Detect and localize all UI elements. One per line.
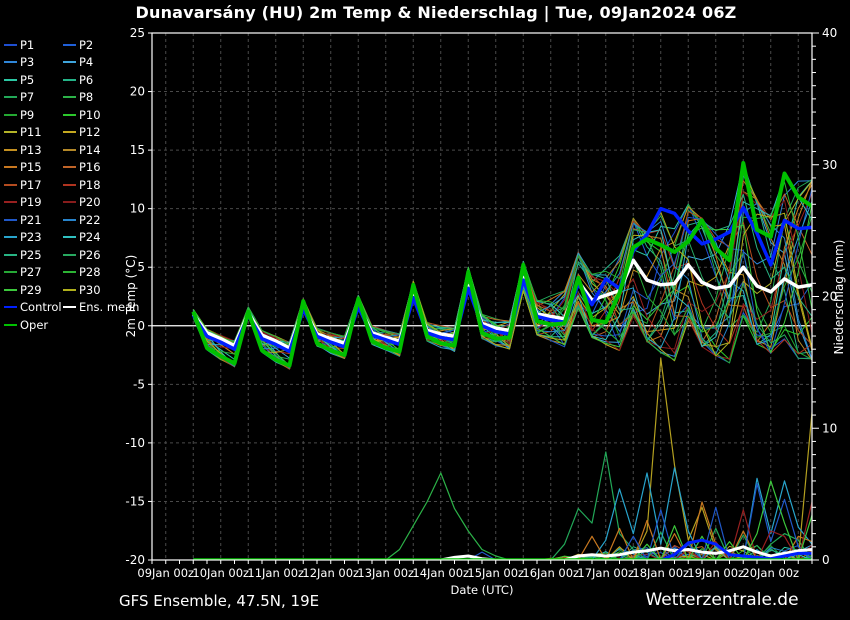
svg-text:10: 10 [130,202,145,216]
svg-text:20Jan 00z: 20Jan 00z [742,566,799,580]
meteogram-page: Dunavarsány (HU) 2m Temp & Niederschlag … [0,0,850,620]
svg-text:0: 0 [822,553,830,567]
svg-text:13Jan 00z: 13Jan 00z [357,566,414,580]
svg-text:15Jan 00z: 15Jan 00z [467,566,524,580]
svg-text:-10: -10 [125,436,145,450]
model-info-text: GFS Ensemble, 47.5N, 19E [119,592,319,610]
plot-area: 2520151050-5-10-15-2040302010009Jan 00z1… [0,0,850,620]
svg-text:09Jan 00z: 09Jan 00z [137,566,194,580]
svg-text:25: 25 [130,26,145,40]
svg-text:10Jan 00z: 10Jan 00z [192,566,249,580]
svg-text:12Jan 00z: 12Jan 00z [302,566,359,580]
svg-text:17Jan 00z: 17Jan 00z [577,566,634,580]
svg-text:20: 20 [822,290,837,304]
series-lines [193,163,812,560]
precip-spike-lines [193,358,812,560]
svg-text:18Jan 00z: 18Jan 00z [632,566,689,580]
svg-text:-15: -15 [125,494,145,508]
axis-ticks-and-labels: 2520151050-5-10-15-2040302010009Jan 00z1… [125,26,837,580]
gridlines [152,33,812,560]
watermark-text: Wetterzentrale.de [645,590,798,610]
x-axis-title: Date (UTC) [451,583,514,597]
svg-text:-20: -20 [125,553,145,567]
svg-text:14Jan 00z: 14Jan 00z [412,566,469,580]
svg-text:15: 15 [130,143,145,157]
svg-text:10: 10 [822,421,837,435]
svg-text:40: 40 [822,26,837,40]
svg-text:19Jan 00z: 19Jan 00z [687,566,744,580]
svg-text:0: 0 [137,319,145,333]
svg-text:16Jan 00z: 16Jan 00z [522,566,579,580]
svg-text:-5: -5 [133,377,145,391]
svg-text:11Jan 00z: 11Jan 00z [247,566,304,580]
svg-text:5: 5 [137,260,145,274]
plot-border [152,33,812,560]
svg-text:20: 20 [130,85,145,99]
svg-text:30: 30 [822,158,837,172]
